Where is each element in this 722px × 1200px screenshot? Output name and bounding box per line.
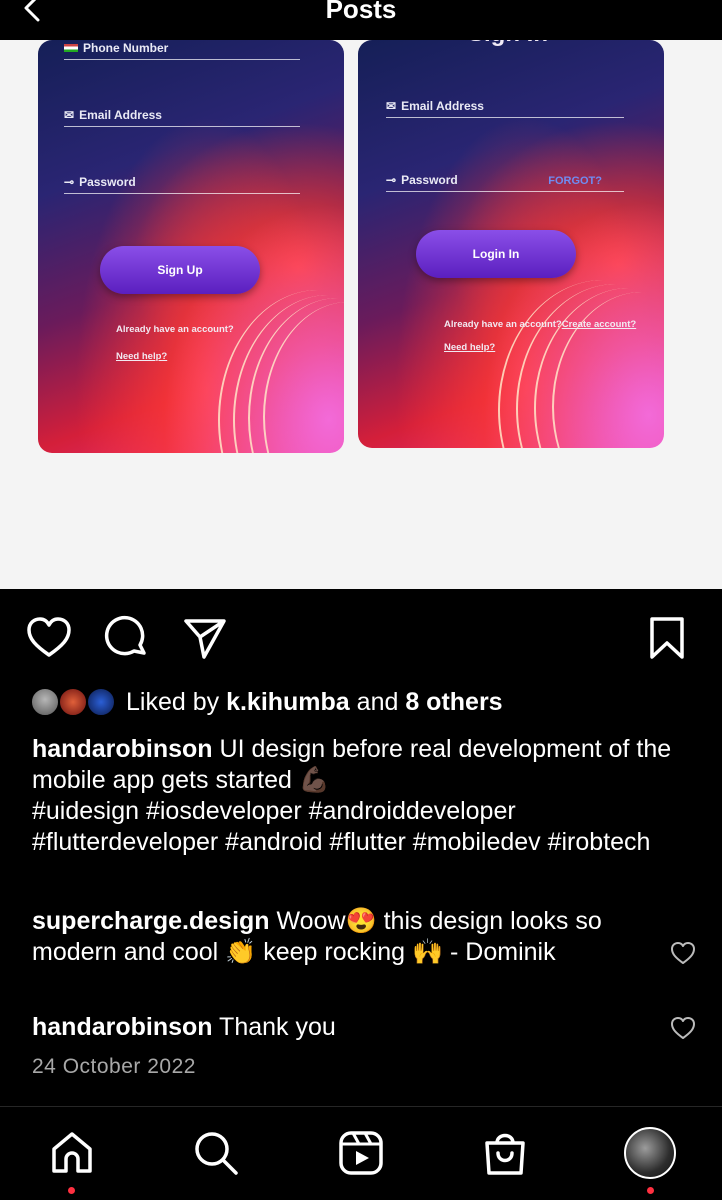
login-button-mockup: Login In — [416, 230, 576, 278]
likes-summary[interactable]: Liked by k.kihumba and 8 others — [30, 686, 503, 718]
liker-avatars — [30, 687, 118, 717]
signup-button-mockup: Sign Up — [100, 246, 260, 294]
caption-hashtags[interactable]: #uidesign #iosdeveloper #androiddevelope… — [32, 797, 650, 856]
bookmark-icon[interactable] — [644, 615, 690, 661]
search-icon[interactable] — [192, 1129, 240, 1177]
comment-icon[interactable] — [104, 615, 150, 661]
password-field: ⊸ Password FORGOT? — [386, 166, 624, 192]
signin-title: Sign In — [468, 40, 548, 48]
post-date: 24 October 2022 — [32, 1055, 196, 1078]
mail-icon: ✉ — [64, 108, 75, 122]
avatar — [58, 687, 88, 717]
email-field: ✉ Email Address — [64, 101, 300, 127]
caption-username[interactable]: handarobinson — [32, 735, 213, 763]
comment-username[interactable]: supercharge.design — [32, 907, 270, 935]
comment-text: Thank you — [212, 1013, 336, 1041]
reels-icon[interactable] — [337, 1129, 385, 1177]
comment-like-heart-icon[interactable] — [670, 940, 696, 966]
home-notification-dot — [68, 1187, 75, 1194]
avatar — [86, 687, 116, 717]
field-label: Password — [79, 175, 136, 189]
help-text: Need help? — [116, 351, 168, 362]
profile-notification-dot — [647, 1187, 654, 1194]
profile-avatar[interactable] — [624, 1127, 676, 1179]
phone-number-field: Phone Number — [64, 40, 300, 60]
key-icon: ⊸ — [386, 173, 397, 187]
post-actions — [0, 589, 722, 684]
comment: supercharge.design Woow😍 this design loo… — [32, 906, 652, 968]
post-image[interactable]: Phone Number ✉ Email Address ⊸ Password Si… — [0, 40, 722, 589]
forgot-link: FORGOT? — [548, 175, 602, 187]
shop-bag-icon[interactable] — [481, 1129, 529, 1177]
comment-username[interactable]: handarobinson — [32, 1013, 213, 1041]
bottom-nav — [0, 1106, 722, 1200]
email-field: ✉ Email Address — [386, 92, 624, 118]
account-text: Already have an account? — [116, 324, 234, 335]
mail-icon: ✉ — [386, 99, 397, 113]
page-title: Posts — [325, 0, 397, 24]
home-icon[interactable] — [48, 1129, 96, 1177]
signin-screen-mockup: Sign In ✉ Email Address ⊸ Password FORGOT?… — [358, 40, 664, 448]
password-field: ⊸ Password — [64, 168, 300, 194]
likes-text: Liked by k.kihumba and 8 others — [126, 687, 503, 716]
like-heart-icon[interactable] — [26, 615, 72, 661]
likes-others-link[interactable]: 8 others — [405, 688, 502, 716]
top-bar: Posts — [0, 0, 722, 40]
key-icon: ⊸ — [64, 175, 75, 189]
comment-like-heart-icon[interactable] — [670, 1015, 696, 1041]
flag-icon — [64, 44, 78, 52]
post-caption: handarobinson UI design before real deve… — [32, 734, 702, 858]
help-text: Need help? — [444, 342, 496, 353]
liker-username[interactable]: k.kihumba — [226, 688, 350, 716]
account-text: Already have an account?Create account? — [444, 319, 637, 330]
field-label: Email Address — [401, 99, 484, 113]
signup-screen-mockup: Phone Number ✉ Email Address ⊸ Password Si… — [38, 40, 344, 453]
field-label: Phone Number — [83, 41, 169, 55]
share-send-icon[interactable] — [182, 615, 228, 661]
field-label: Password — [401, 173, 458, 187]
avatar — [30, 687, 60, 717]
field-label: Email Address — [79, 108, 162, 122]
comment: handarobinson Thank you — [32, 1012, 652, 1043]
